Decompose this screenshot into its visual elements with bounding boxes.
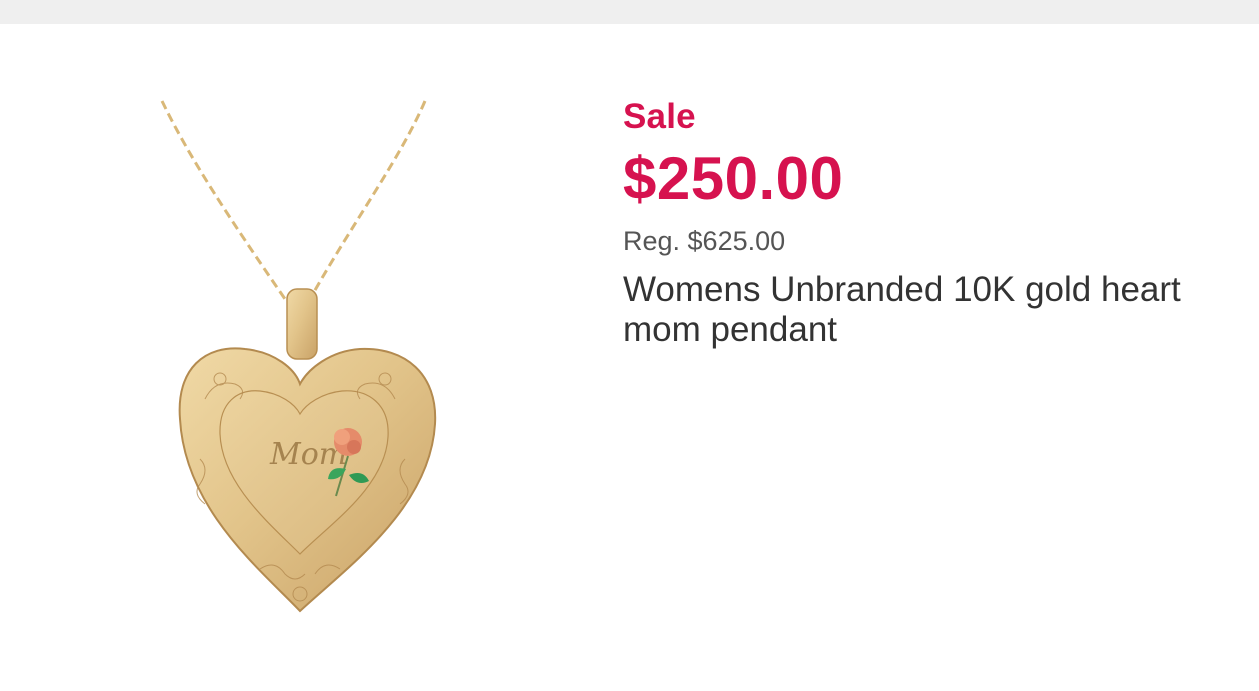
sale-price: $250.00 — [623, 145, 844, 212]
product-title[interactable]: Womens Unbranded 10K gold heart mom pend… — [623, 270, 1223, 350]
product-image[interactable]: Mom — [150, 99, 450, 629]
sale-label: Sale — [623, 97, 696, 136]
heart-locket-pendant-image: Mom — [160, 100, 437, 613]
regular-price: Reg. $625.00 — [623, 226, 786, 256]
product-card[interactable]: Mom Sale $250.00 Reg. $625.00 Womens Unb… — [0, 24, 1259, 691]
chain — [160, 100, 427, 300]
top-bar — [0, 0, 1259, 24]
bail — [286, 288, 318, 360]
product-info: Sale $250.00 Reg. $625.00 Womens Unbrand… — [623, 96, 1243, 350]
